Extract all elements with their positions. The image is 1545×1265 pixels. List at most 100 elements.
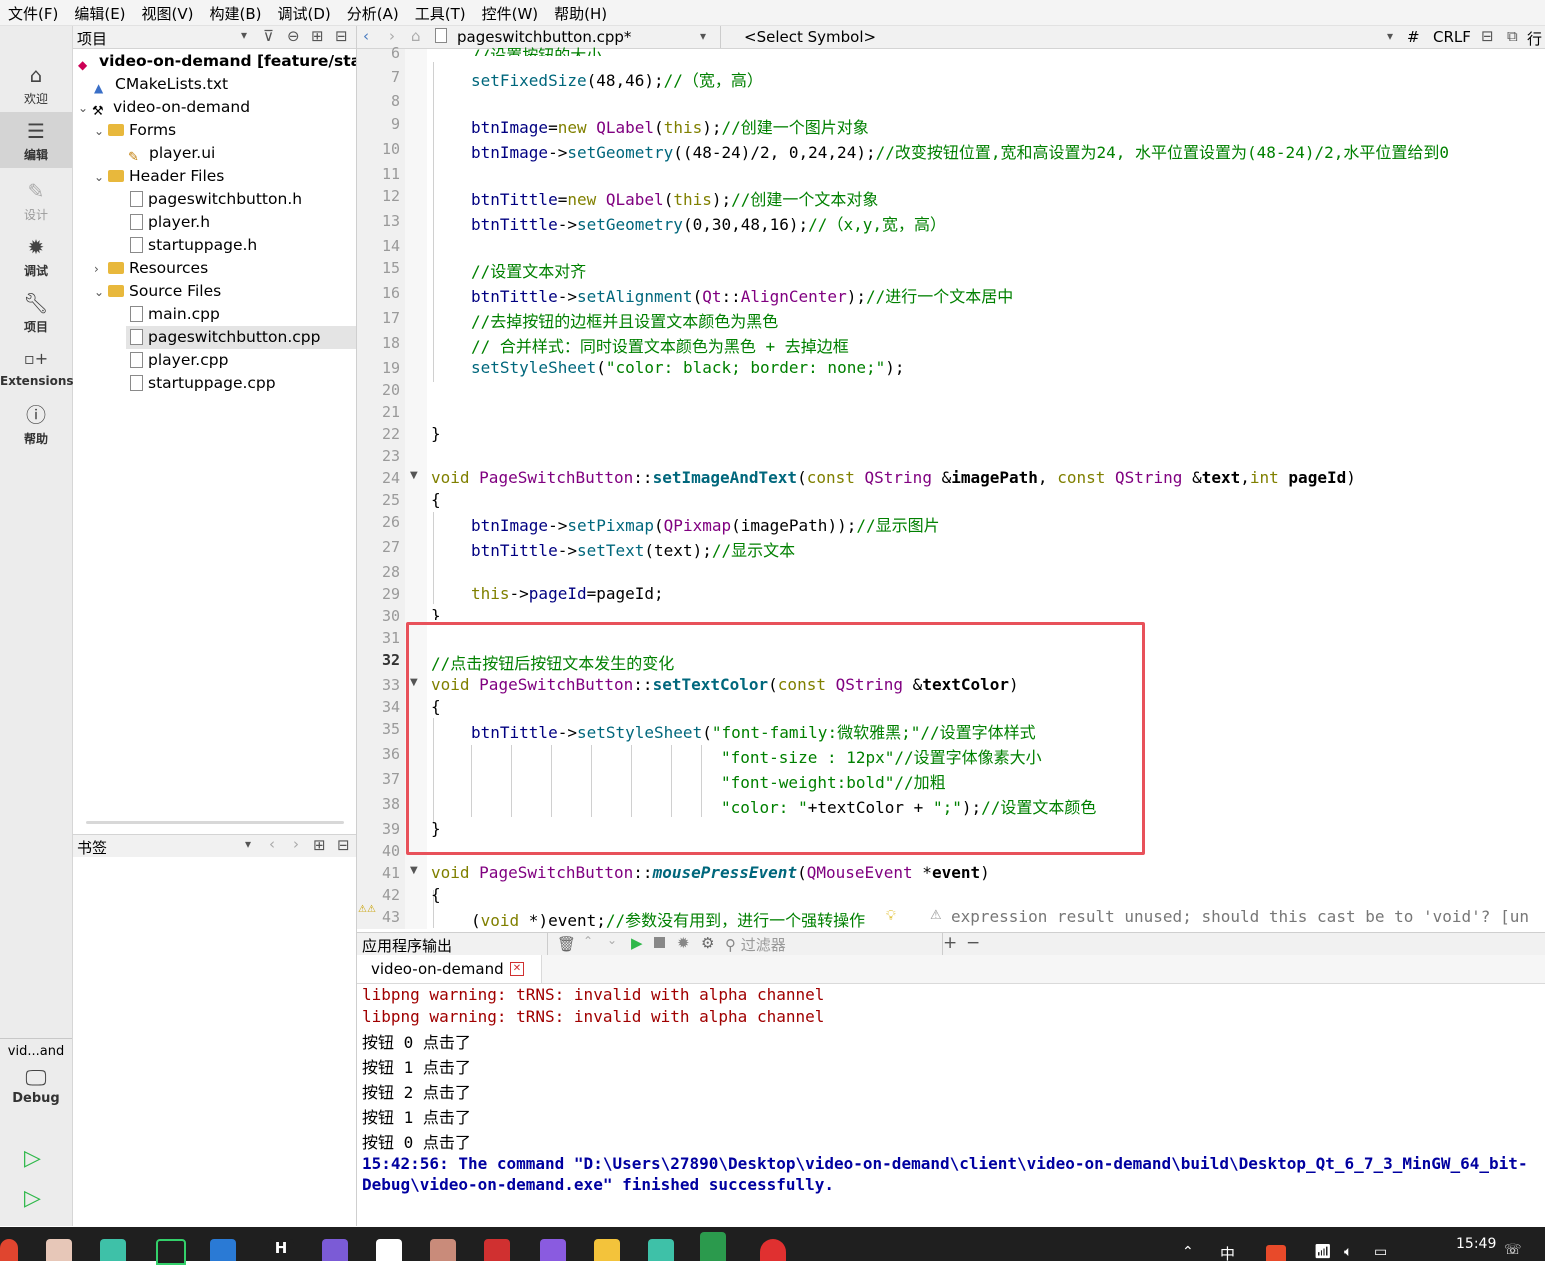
wps-icon[interactable] xyxy=(484,1239,510,1261)
tree-root[interactable]: ◆ video-on-demand [feature/startui xyxy=(78,50,393,73)
play-icon[interactable]: ▶ xyxy=(631,934,643,952)
close-pane-icon[interactable]: ⊟ xyxy=(335,27,348,45)
menu-build[interactable]: 构建(B) xyxy=(202,0,270,25)
kit-selector[interactable]: 🖵︎ Debug xyxy=(0,1066,72,1106)
tree-item-pageswitchbutton-h[interactable]: pageswitchbutton.h xyxy=(128,188,302,211)
tree-item-cmakelists[interactable]: ▲ CMakeLists.txt xyxy=(94,73,228,96)
zoom-in-icon[interactable]: + xyxy=(943,933,957,953)
chevron-down-icon[interactable]: ⌄ xyxy=(607,933,617,947)
tree-item-player-ui[interactable]: ✎ player.ui xyxy=(128,142,215,165)
menu-debug[interactable]: 调试(D) xyxy=(270,0,339,25)
mode-edit[interactable]: ☰ 编辑 xyxy=(0,112,72,168)
chrome-icon[interactable] xyxy=(0,1239,18,1261)
chevron-down-icon[interactable]: ⌄ xyxy=(78,97,92,120)
line-ending-selector[interactable]: CRLF xyxy=(1433,28,1471,46)
vscode-icon[interactable] xyxy=(210,1239,236,1261)
chevron-up-icon[interactable]: ⌃ xyxy=(583,934,593,948)
tree-item-main-cpp[interactable]: main.cpp xyxy=(128,303,220,326)
menu-file[interactable]: 文件(F) xyxy=(0,0,66,25)
zoom-out-icon[interactable]: − xyxy=(966,933,980,953)
menu-view[interactable]: 视图(V) xyxy=(134,0,202,25)
trash-icon[interactable]: 🗑︎ xyxy=(557,935,576,953)
bird-app-icon[interactable] xyxy=(376,1239,402,1261)
ghost-app-icon[interactable] xyxy=(540,1239,566,1261)
tree-item-player-h[interactable]: player.h xyxy=(128,211,210,234)
back-icon[interactable]: ‹ xyxy=(363,27,369,45)
avatar-app-icon[interactable] xyxy=(46,1239,72,1261)
output-tab[interactable]: video-on-demand ✕ xyxy=(357,955,542,983)
app-icon[interactable] xyxy=(100,1239,126,1261)
qtcreator-icon[interactable] xyxy=(700,1232,726,1261)
debug-icon[interactable]: ✹ xyxy=(677,934,690,952)
mode-help[interactable]: ⓘ 帮助 xyxy=(0,396,72,452)
bookmarks-list xyxy=(73,857,356,1227)
mode-design[interactable]: ✎ 设计 xyxy=(0,172,72,228)
chevron-down-icon[interactable]: ⌄ xyxy=(94,120,108,143)
forward-icon[interactable]: › xyxy=(389,27,395,45)
sogou-icon[interactable] xyxy=(1266,1245,1286,1261)
link-icon[interactable]: ⊖ xyxy=(287,27,300,45)
lock-icon[interactable]: ⌂ xyxy=(411,27,421,45)
tree-item-resources[interactable]: › Resources xyxy=(94,257,208,280)
h-app-icon[interactable]: H xyxy=(268,1239,294,1261)
notification-icon[interactable]: ☏ xyxy=(1504,1242,1522,1258)
fold-arrow-icon[interactable]: ▼ xyxy=(410,470,418,481)
tree-item-player-cpp[interactable]: player.cpp xyxy=(128,349,228,372)
chevron-down-icon[interactable]: ▾ xyxy=(1387,29,1393,43)
menu-help[interactable]: 帮助(H) xyxy=(546,0,615,25)
volume-icon[interactable]: 🔈︎ xyxy=(1344,1244,1352,1260)
tree-item-forms[interactable]: ⌄ Forms xyxy=(94,119,176,142)
cat-app-icon[interactable] xyxy=(430,1239,456,1261)
wifi-icon[interactable]: 📶︎ xyxy=(1314,1244,1332,1260)
hash-label[interactable]: # xyxy=(1407,28,1420,46)
split-icon[interactable]: ⊟ xyxy=(1481,27,1494,45)
tree-scrollbar[interactable] xyxy=(86,821,344,824)
menu-tools[interactable]: 工具(T) xyxy=(407,0,474,25)
menu-edit[interactable]: 编辑(E) xyxy=(66,0,133,25)
chevron-up-icon[interactable]: ⌃ xyxy=(1182,1244,1194,1260)
mode-projects[interactable]: 🔧︎ 项目 xyxy=(0,284,72,340)
warning-marker-icon[interactable]: ⚠⚠ xyxy=(358,904,376,915)
symbol-selector[interactable]: <Select Symbol> xyxy=(744,28,876,46)
chevron-down-icon[interactable]: ▾ xyxy=(241,28,247,42)
next-icon[interactable]: › xyxy=(293,835,299,853)
folder-app-icon[interactable] xyxy=(594,1239,620,1261)
debug-run-button[interactable]: ▷ xyxy=(24,1186,41,1211)
triangle-app-icon[interactable] xyxy=(322,1239,348,1261)
lightbulb-icon[interactable]: 💡︎ xyxy=(886,908,896,924)
run-button[interactable]: ▷ xyxy=(24,1146,41,1171)
chevron-right-icon[interactable]: › xyxy=(94,258,108,281)
tree-item-video-on-demand[interactable]: ⌄ ⚒ video-on-demand xyxy=(78,96,250,119)
fold-arrow-icon[interactable]: ▼ xyxy=(410,865,418,876)
filter-icon[interactable]: ⊽ xyxy=(263,27,274,45)
tree-item-startuppage-cpp[interactable]: startuppage.cpp xyxy=(128,372,276,395)
tree-item-startuppage-h[interactable]: startuppage.h xyxy=(128,234,257,257)
tree-item-header-files[interactable]: ⌄ Header Files xyxy=(94,165,224,188)
filter-input[interactable]: ⚲ 过滤器 xyxy=(725,934,935,954)
tree-item-pageswitchbutton-cpp[interactable]: pageswitchbutton.cpp xyxy=(126,326,357,349)
app-icon-2[interactable] xyxy=(648,1239,674,1261)
netease-icon[interactable] xyxy=(760,1239,786,1261)
clock-time[interactable]: 15:49 xyxy=(1456,1236,1496,1252)
chevron-down-icon[interactable]: ⌄ xyxy=(94,281,108,304)
prev-icon[interactable]: ‹ xyxy=(269,835,275,853)
chevron-down-icon[interactable]: ▾ xyxy=(700,29,706,43)
terminal-icon[interactable] xyxy=(156,1239,186,1265)
split-icon[interactable]: ⊞ xyxy=(313,836,326,854)
close-icon[interactable]: ✕ xyxy=(510,962,524,976)
mode-debug[interactable]: ✹ 调试 xyxy=(0,228,72,284)
mode-welcome[interactable]: ⌂ 欢迎 xyxy=(0,56,72,112)
split-horizontal-icon[interactable]: ⧉ xyxy=(1507,27,1518,45)
chevron-down-icon[interactable]: ▾ xyxy=(245,837,251,851)
battery-icon[interactable]: ▭ xyxy=(1374,1244,1387,1260)
tree-item-source-files[interactable]: ⌄ Source Files xyxy=(94,280,221,303)
mode-extensions[interactable]: ▫+ Extensions xyxy=(0,340,74,396)
close-pane-icon[interactable]: ⊟ xyxy=(337,836,350,854)
tree-label: player.ui xyxy=(149,144,216,162)
menu-controls[interactable]: 控件(W) xyxy=(474,0,547,25)
chevron-down-icon[interactable]: ⌄ xyxy=(94,166,108,189)
gear-icon[interactable]: ⚙ xyxy=(701,934,714,952)
stop-icon[interactable] xyxy=(654,937,665,948)
menu-analyze[interactable]: 分析(A) xyxy=(339,0,407,25)
split-icon[interactable]: ⊞ xyxy=(311,27,324,45)
